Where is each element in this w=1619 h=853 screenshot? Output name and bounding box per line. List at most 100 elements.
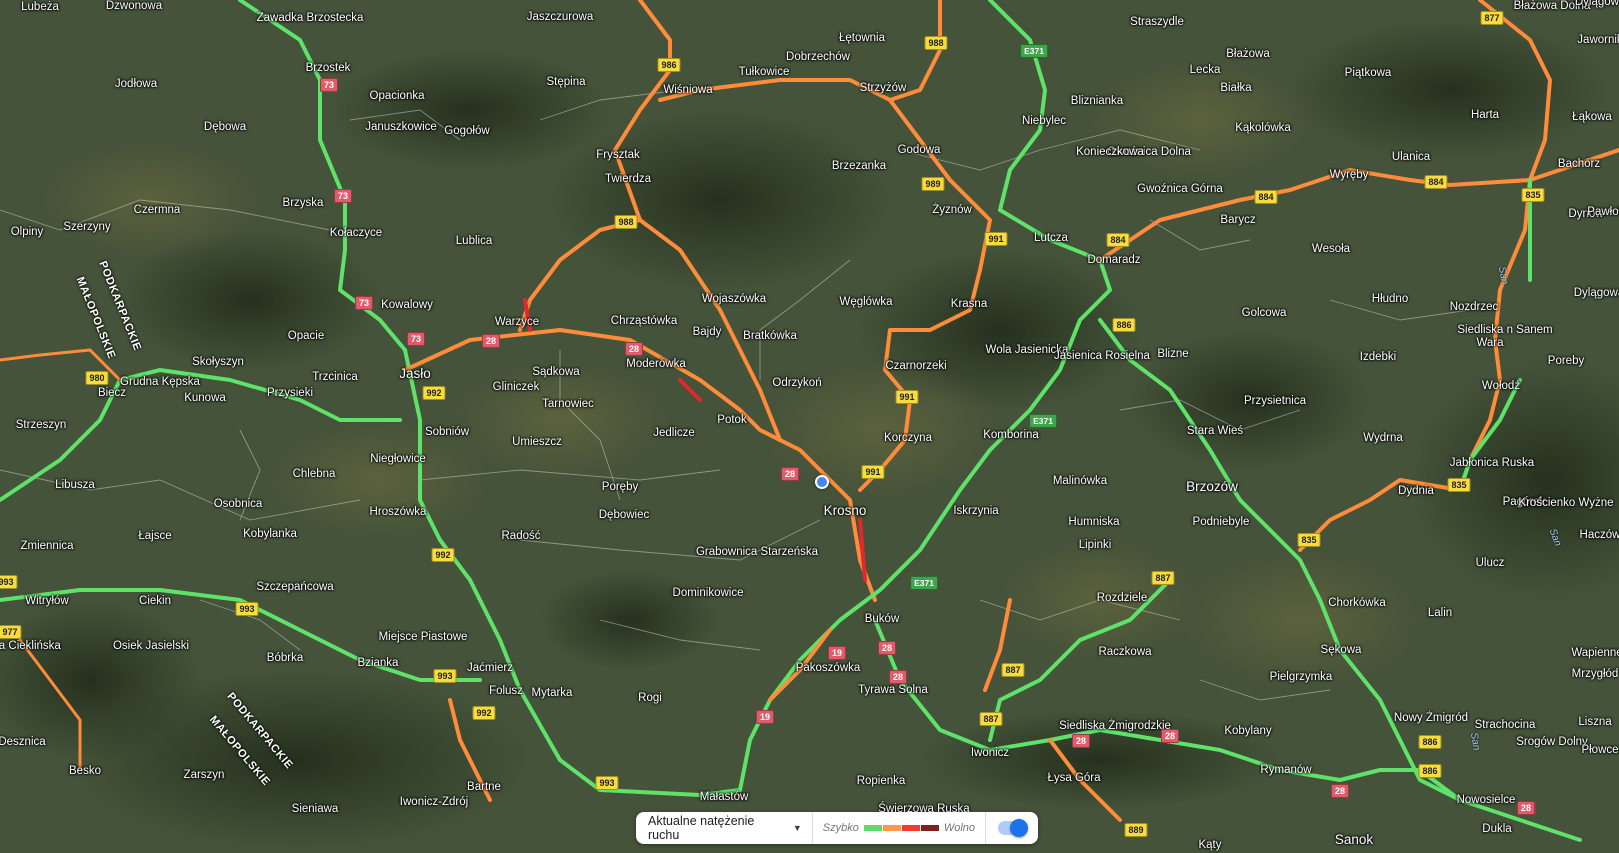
place-label-łysa-góra[interactable]: Łysa Góra xyxy=(1047,772,1100,784)
place-label-ulucz[interactable]: Ulucz xyxy=(1476,557,1505,569)
place-label-bzianka[interactable]: Bzianka xyxy=(358,657,399,669)
place-label-białka[interactable]: Białka xyxy=(1220,82,1251,94)
place-label-czermna[interactable]: Czermna xyxy=(134,204,181,216)
place-label-chorkówka[interactable]: Chorkówka xyxy=(1328,597,1386,609)
place-label-jasło[interactable]: Jasło xyxy=(399,366,431,381)
place-label-rogi[interactable]: Rogi xyxy=(638,692,662,704)
place-label-dębowa[interactable]: Dębowa xyxy=(204,121,246,133)
place-label-lipinki[interactable]: Lipinki xyxy=(1079,539,1112,551)
place-label-wydrna[interactable]: Wydrna xyxy=(1363,432,1403,444)
place-label-lecka[interactable]: Lecka xyxy=(1190,64,1221,76)
place-label-wapienne[interactable]: Wapienne xyxy=(1571,647,1619,659)
place-label-desznica[interactable]: Desznica xyxy=(0,736,46,748)
place-label-strzeszyn[interactable]: Strzeszyn xyxy=(16,419,67,431)
place-label-wola-cieklińska[interactable]: Wola Cieklińska xyxy=(0,640,61,652)
place-label-tarnowiec[interactable]: Tarnowiec xyxy=(542,398,594,410)
place-label-mytarka[interactable]: Mytarka xyxy=(532,687,573,699)
place-label-iskrzynia[interactable]: Iskrzynia xyxy=(953,505,998,517)
place-label-wojaszówka[interactable]: Wojaszówka xyxy=(702,293,766,305)
place-label-lalin[interactable]: Lalin xyxy=(1428,607,1452,619)
place-label-kowalowy[interactable]: Kowalowy xyxy=(381,299,433,311)
place-label-sieniawa[interactable]: Sieniawa xyxy=(292,803,339,815)
place-label-lubeża[interactable]: Lubeża xyxy=(21,1,59,13)
place-label-dobrzechów[interactable]: Dobrzechów xyxy=(786,51,850,63)
place-label-hłudno[interactable]: Hłudno xyxy=(1372,293,1408,305)
place-label-jodłowa[interactable]: Jodłowa xyxy=(115,78,157,90)
place-label-ulanica[interactable]: Ulanica xyxy=(1392,151,1430,163)
place-label-stara-wieś[interactable]: Stara Wieś xyxy=(1187,425,1243,437)
place-label-kąty[interactable]: Kąty xyxy=(1198,839,1221,851)
place-label-nowosielce[interactable]: Nowosielce xyxy=(1457,794,1516,806)
place-label-gliniczek[interactable]: Gliniczek xyxy=(493,381,540,393)
place-label-dębowiec[interactable]: Dębowiec xyxy=(599,509,650,521)
place-label-bachórz[interactable]: Bachórz xyxy=(1558,158,1600,170)
place-label-chrząstówka[interactable]: Chrząstówka xyxy=(611,315,677,327)
place-label-żyznów[interactable]: Żyznów xyxy=(932,204,972,216)
place-label-dylągowa[interactable]: Dylągowa xyxy=(1574,287,1619,299)
place-label-nowy-żmigród[interactable]: Nowy Żmigród xyxy=(1394,712,1468,724)
place-label-iwonicz-zdrój[interactable]: Iwonicz-Zdrój xyxy=(400,796,468,808)
place-label-olpiny[interactable]: Olpiny xyxy=(11,226,44,238)
place-label-sądkowa[interactable]: Sądkowa xyxy=(532,366,579,378)
place-label-buków[interactable]: Buków xyxy=(865,613,900,625)
current-location-marker[interactable] xyxy=(815,475,829,489)
place-label-siedliska-n-sanem[interactable]: Siedliska n Sanem xyxy=(1457,324,1552,336)
place-label-kąkolówka[interactable]: Kąkolówka xyxy=(1235,122,1291,134)
place-label-jasienica-rosielna[interactable]: Jasienica Rosielna xyxy=(1054,350,1150,362)
place-label-miejsce-piastowe[interactable]: Miejsce Piastowe xyxy=(379,631,468,643)
place-label-szerzyny[interactable]: Szerzyny xyxy=(63,221,110,233)
place-label-harta[interactable]: Harta xyxy=(1471,109,1499,121)
place-label-piątkowa[interactable]: Piątkowa xyxy=(1345,67,1392,79)
place-label-frysztak[interactable]: Frysztak xyxy=(596,149,639,161)
place-label-pielgrzymka[interactable]: Pielgrzymka xyxy=(1270,671,1333,683)
place-label-siedliska-żmigrodzkie[interactable]: Siedliska Żmigrodzkie xyxy=(1059,720,1171,732)
place-label-opacie[interactable]: Opacie xyxy=(288,330,324,342)
place-label-domaradz[interactable]: Domaradz xyxy=(1087,254,1140,266)
place-label-brzostek[interactable]: Brzostek xyxy=(306,62,351,74)
place-label-haczów[interactable]: Haczów xyxy=(1580,529,1619,541)
place-label-bóbrka[interactable]: Bóbrka xyxy=(267,652,303,664)
traffic-layer-toggle[interactable] xyxy=(986,812,1038,844)
place-label-besko[interactable]: Besko xyxy=(69,765,101,777)
place-label-bratkówka[interactable]: Bratkówka xyxy=(743,330,797,342)
place-label-brzezanka[interactable]: Brzezanka xyxy=(832,160,886,172)
place-label-jaćmierz[interactable]: Jaćmierz xyxy=(467,662,513,674)
place-label-jaszczurowa[interactable]: Jaszczurowa xyxy=(527,11,593,23)
place-label-poreby[interactable]: Poreby xyxy=(1548,355,1584,367)
place-label-ciekin[interactable]: Ciekin xyxy=(139,595,171,607)
place-label-płowce[interactable]: Płowce xyxy=(1581,744,1618,756)
place-label-sękowa[interactable]: Sękowa xyxy=(1321,644,1362,656)
place-label-zawadka-brzostecka[interactable]: Zawadka Brzostecka xyxy=(257,12,364,24)
place-label-radość[interactable]: Radość xyxy=(502,530,541,542)
place-label-libusza[interactable]: Libusza xyxy=(55,479,95,491)
place-label-gwoźnica-górna[interactable]: Gwoźnica Górna xyxy=(1137,183,1223,195)
place-label-mrzygłód[interactable]: Mrzygłód xyxy=(1572,668,1619,680)
place-label-liszna[interactable]: Liszna xyxy=(1578,716,1611,728)
place-label-łąkowa[interactable]: Łąkowa xyxy=(1572,111,1612,123)
place-label-dukla[interactable]: Dukla xyxy=(1482,823,1511,835)
place-label-przysietnica[interactable]: Przysietnica xyxy=(1244,395,1306,407)
place-label-korczyna[interactable]: Korczyna xyxy=(884,432,932,444)
place-label-jawornik[interactable]: Jawornik xyxy=(1577,34,1619,46)
place-label-krosno[interactable]: Krosno xyxy=(824,503,867,518)
place-label-iwonicz[interactable]: Iwonicz xyxy=(971,747,1009,759)
place-label-malinówka[interactable]: Malinówka xyxy=(1053,475,1107,487)
place-label-kobylanka[interactable]: Kobylanka xyxy=(243,528,297,540)
place-label-krościenko-wyżne[interactable]: Krościenko Wyżne xyxy=(1518,497,1613,509)
place-label-sanok[interactable]: Sanok xyxy=(1335,832,1373,847)
place-label-podniebyle[interactable]: Podniebyle xyxy=(1193,516,1250,528)
place-label-izdebki[interactable]: Izdebki xyxy=(1360,351,1396,363)
place-label-wara[interactable]: Wara xyxy=(1476,337,1503,349)
place-label-dylągówka[interactable]: Dylągówka xyxy=(1575,0,1619,8)
place-label-ropienka[interactable]: Ropienka xyxy=(857,775,906,787)
place-label-trzcinica[interactable]: Trzcinica xyxy=(312,371,358,383)
place-label-wyręby[interactable]: Wyręby xyxy=(1330,169,1369,181)
place-label-węglówka[interactable]: Węglówka xyxy=(839,296,892,308)
place-label-srogów-dolny[interactable]: Srogów Dolny xyxy=(1516,736,1588,748)
place-label-folusz[interactable]: Folusz xyxy=(489,685,523,697)
place-label-wesoła[interactable]: Wesoła xyxy=(1312,243,1350,255)
place-label-dominikowice[interactable]: Dominikowice xyxy=(673,587,744,599)
place-label-bliznianka[interactable]: Bliznianka xyxy=(1071,95,1123,107)
place-label-blizne[interactable]: Blizne xyxy=(1157,348,1188,360)
place-label-jabłonica-ruska[interactable]: Jabłonica Ruska xyxy=(1450,457,1534,469)
